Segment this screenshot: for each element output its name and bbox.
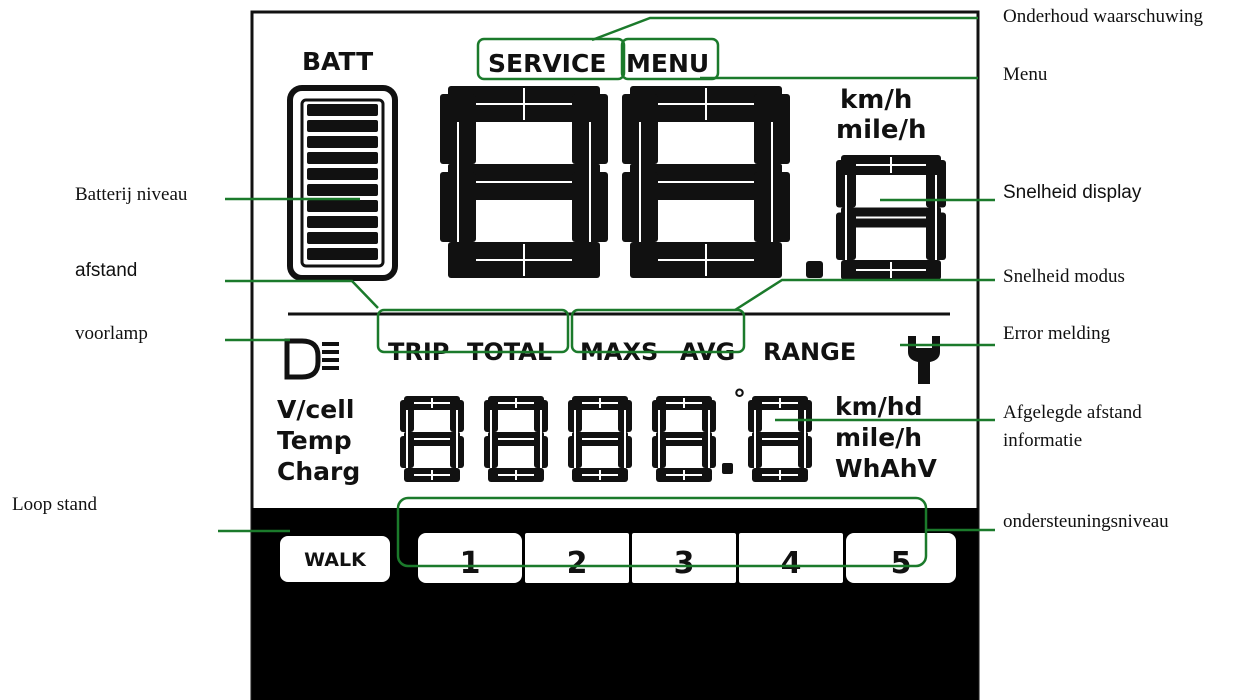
- assist-level-bar: 1 2 3 4 5: [418, 533, 956, 583]
- service-label: SERVICE: [488, 49, 606, 78]
- segment-gap: [705, 88, 707, 120]
- speed-digit-ones: [622, 86, 790, 278]
- callout-snelheid-modus: Snelheid modus: [1003, 266, 1125, 287]
- speed-digit-tens: [440, 86, 608, 278]
- callout-onderhoud: Onderhoud waarschuwing: [1003, 6, 1203, 27]
- segment-gap: [406, 410, 408, 468]
- segment-gap: [589, 122, 591, 242]
- assist-level-5-button[interactable]: 5: [846, 533, 956, 583]
- temp-label: Temp: [277, 426, 352, 455]
- segment-gap: [666, 438, 702, 440]
- segment-gap: [754, 410, 756, 468]
- assist-level-2-button[interactable]: 2: [525, 533, 629, 583]
- callout-menu: Menu: [1003, 64, 1048, 85]
- menu-label: MENU: [626, 49, 709, 78]
- segment-gap: [845, 175, 847, 260]
- battery-level-bar: [307, 200, 378, 212]
- segment-gap: [540, 410, 542, 468]
- segment-gap: [457, 122, 459, 242]
- unit-kmhd: km/hd: [835, 392, 923, 421]
- segment-gap: [431, 398, 433, 408]
- charg-label: Charg: [277, 457, 360, 486]
- segment-gap: [523, 244, 525, 276]
- segment-gap: [599, 398, 601, 408]
- speed-unit-kmh: km/h: [840, 85, 912, 115]
- callout-afgelegde-2: informatie: [1003, 430, 1082, 451]
- batt-label: BATT: [302, 47, 373, 76]
- segment-gap: [890, 157, 892, 173]
- vcell-label: V/cell: [277, 395, 354, 424]
- segment-gap: [708, 410, 710, 468]
- segment-gap: [771, 122, 773, 242]
- walk-button[interactable]: WALK: [280, 536, 390, 582]
- speed-unit-mileh: mile/h: [836, 115, 927, 145]
- segment-gap: [582, 438, 618, 440]
- segment-gap: [523, 88, 525, 120]
- assist-level-label: 4: [781, 546, 802, 581]
- segment-gap: [574, 410, 576, 468]
- assist-level-4-button[interactable]: 4: [739, 533, 843, 583]
- battery-level-bar: [307, 168, 378, 180]
- battery-level-bar: [307, 184, 378, 196]
- segment-gap: [498, 438, 534, 440]
- unit-mileh: mile/h: [835, 423, 922, 452]
- battery-level-bar: [307, 248, 378, 260]
- battery-level-bar: [307, 216, 378, 228]
- segment-gap: [804, 410, 806, 468]
- assist-level-label: 2: [567, 546, 588, 581]
- segment-gap: [490, 410, 492, 468]
- segment-gap: [599, 470, 601, 480]
- segment-gap: [683, 398, 685, 408]
- degree-symbol: °: [733, 385, 746, 415]
- unit-whahv: WhAhV: [835, 454, 938, 483]
- segment-gap: [890, 262, 892, 278]
- segment-gap: [705, 244, 707, 276]
- segment-gap: [935, 175, 937, 260]
- callout-error: Error melding: [1003, 323, 1111, 344]
- speed-decimal-point: [806, 261, 823, 278]
- callout-voorlamp: voorlamp: [75, 323, 148, 344]
- segment-gap: [414, 438, 450, 440]
- assist-level-label: 5: [891, 546, 912, 581]
- assist-level-3-button[interactable]: 3: [632, 533, 736, 583]
- callout-ondersteuning: ondersteuningsniveau: [1003, 511, 1169, 532]
- assist-level-1-button[interactable]: 1: [418, 533, 522, 583]
- callout-afstand: afstand: [75, 260, 137, 281]
- battery-level-bar: [307, 152, 378, 164]
- segment-gap: [856, 216, 926, 219]
- assist-level-label: 1: [460, 546, 481, 581]
- segment-gap: [658, 410, 660, 468]
- segment-gap: [658, 181, 754, 183]
- callout-snelheid-display: Snelheid display: [1003, 182, 1142, 203]
- odometer-decimal-point: [722, 463, 733, 474]
- segment-gap: [779, 398, 781, 408]
- segment-gap: [683, 470, 685, 480]
- segment-gap: [624, 410, 626, 468]
- segment-gap: [431, 470, 433, 480]
- segment-gap: [456, 410, 458, 468]
- segment-gap: [515, 470, 517, 480]
- callout-loop-stand: Loop stand: [12, 494, 97, 515]
- walk-label: WALK: [304, 549, 367, 571]
- segment-gap: [762, 438, 798, 440]
- segment-gap: [476, 181, 572, 183]
- segment-gap: [779, 470, 781, 480]
- battery-level-bar: [307, 104, 378, 116]
- callout-afgelegde-1: Afgelegde afstand: [1003, 402, 1142, 423]
- segment-gap: [639, 122, 641, 242]
- battery-level-bar: [307, 120, 378, 132]
- segment-gap: [515, 398, 517, 408]
- battery-level-bar: [307, 136, 378, 148]
- range-label: RANGE: [763, 338, 856, 366]
- assist-level-label: 3: [674, 546, 695, 581]
- speed-digit-tenths: [836, 155, 946, 280]
- callout-batterij: Batterij niveau: [75, 184, 188, 205]
- battery-level-bar: [307, 232, 378, 244]
- lcd-diagram: BATT SERVICE MENU km/h mile/h TRIP TOTAL…: [12, 6, 1203, 700]
